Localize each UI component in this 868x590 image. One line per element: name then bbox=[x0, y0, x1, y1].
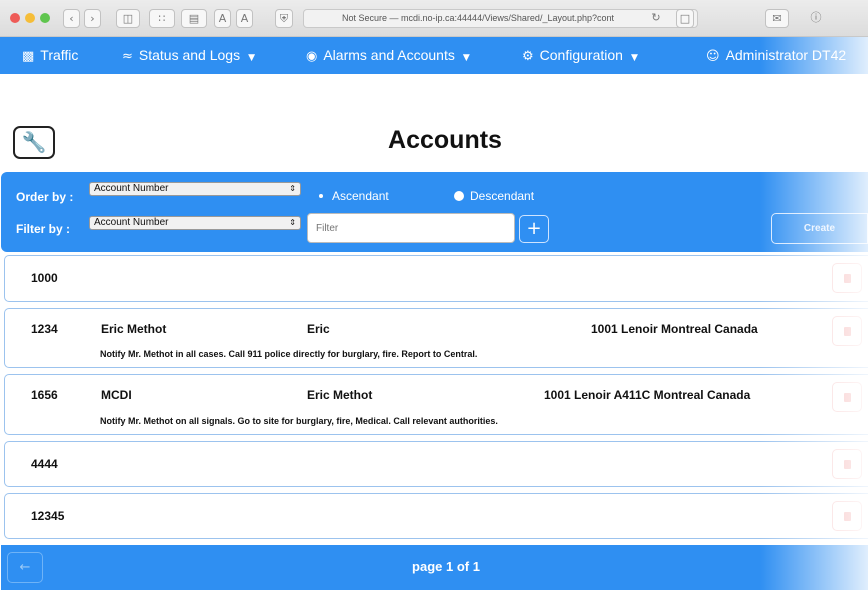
account-row[interactable]: 4444 bbox=[4, 441, 868, 487]
account-number: 1656 bbox=[31, 388, 58, 402]
wifi-icon: ≈ bbox=[122, 49, 133, 64]
filter-by-label: Filter by : bbox=[16, 222, 71, 236]
account-contact: Eric Methot bbox=[307, 388, 373, 402]
minimize-window-icon[interactable] bbox=[25, 13, 35, 23]
ascendant-label: Ascendant bbox=[332, 189, 389, 203]
radio-on-icon bbox=[454, 191, 464, 201]
close-window-icon[interactable] bbox=[10, 13, 20, 23]
nav-user[interactable]: ☺ Administrator DT42 bbox=[706, 37, 846, 74]
add-filter-button[interactable]: + bbox=[519, 215, 549, 243]
mail-icon[interactable]: ✉ bbox=[765, 9, 789, 28]
text-larger-button[interactable]: A bbox=[236, 9, 253, 28]
pagination-bar: ← page 1 of 1 bbox=[1, 545, 868, 590]
filter-by-value: Account Number bbox=[94, 217, 169, 228]
create-button[interactable]: Create bbox=[771, 213, 868, 244]
account-note: Notify Mr. Methot in all cases. Call 911… bbox=[100, 349, 478, 359]
account-number: 1234 bbox=[31, 322, 58, 336]
account-number: 12345 bbox=[31, 509, 65, 523]
app-navbar: ▩ Traffic ≈ Status and Logs ▼ ◉ Alarms and A… bbox=[0, 37, 868, 74]
order-by-value: Account Number bbox=[94, 183, 169, 194]
previous-page-button[interactable]: ← bbox=[7, 552, 43, 583]
nav-user-label: Administrator DT42 bbox=[725, 47, 847, 63]
wrench-icon[interactable]: 🔧 bbox=[13, 126, 55, 159]
nav-configuration-label: Configuration bbox=[539, 47, 623, 63]
gear-icon: ⚙ bbox=[522, 49, 534, 64]
trash-icon bbox=[843, 460, 851, 469]
delete-button[interactable] bbox=[832, 316, 862, 346]
account-number: 1000 bbox=[31, 271, 58, 285]
account-address: 1001 Lenoir Montreal Canada bbox=[591, 322, 758, 336]
chevron-down-icon: ▼ bbox=[630, 53, 638, 63]
nav-alarms-accounts-label: Alarms and Accounts bbox=[323, 47, 455, 63]
account-row[interactable]: 1234 Eric Methot Eric 1001 Lenoir Montre… bbox=[4, 308, 868, 368]
account-name: MCDI bbox=[101, 388, 132, 402]
nav-traffic[interactable]: ▩ Traffic bbox=[22, 37, 78, 74]
descendant-label: Descendant bbox=[470, 189, 535, 203]
back-icon[interactable]: ‹ bbox=[63, 9, 80, 28]
nav-traffic-label: Traffic bbox=[40, 47, 79, 63]
account-note: Notify Mr. Methot on all signals. Go to … bbox=[100, 416, 498, 426]
account-name: Eric Methot bbox=[101, 322, 167, 336]
select-arrows-icon: ⇕ bbox=[289, 184, 296, 193]
account-number: 4444 bbox=[31, 457, 58, 471]
select-arrows-icon: ⇕ bbox=[289, 218, 296, 227]
nav-status-logs-label: Status and Logs bbox=[138, 47, 241, 63]
chevron-down-icon: ▼ bbox=[462, 53, 470, 63]
sidebar-icon[interactable]: ◫ bbox=[116, 9, 140, 28]
chevron-down-icon: ▼ bbox=[248, 53, 256, 63]
grid-icon[interactable]: ∷ bbox=[149, 9, 175, 28]
trash-icon bbox=[843, 274, 851, 283]
delete-button[interactable] bbox=[832, 382, 862, 412]
nav-status-logs[interactable]: ≈ Status and Logs ▼ bbox=[122, 37, 255, 74]
radio-off-icon bbox=[319, 194, 323, 198]
reader-icon[interactable]: ▤ bbox=[181, 9, 207, 28]
order-by-label: Order by : bbox=[16, 190, 74, 204]
nav-configuration[interactable]: ⚙ Configuration ▼ bbox=[522, 37, 638, 74]
forward-icon[interactable]: › bbox=[84, 9, 101, 28]
order-by-select[interactable]: Account Number ⇕ bbox=[89, 182, 301, 196]
browser-toolbar: ‹ › ◫ ∷ ▤ A A ⛨ Not Secure — mcdi.no-ip.… bbox=[0, 0, 868, 37]
page-indicator: page 1 of 1 bbox=[412, 559, 480, 574]
tab-icon[interactable]: □ bbox=[676, 9, 694, 28]
ascendant-radio[interactable]: Ascendant bbox=[316, 189, 389, 203]
descendant-radio[interactable]: Descendant bbox=[454, 189, 534, 203]
account-row[interactable]: 1656 MCDI Eric Methot 1001 Lenoir A411C … bbox=[4, 374, 868, 435]
url-bar[interactable]: Not Secure — mcdi.no-ip.ca:44444/Views/S… bbox=[303, 9, 698, 28]
info-icon[interactable]: ⓘ bbox=[808, 9, 824, 28]
reload-icon[interactable]: ↻ bbox=[648, 9, 664, 28]
trash-icon bbox=[843, 393, 851, 402]
trash-icon bbox=[843, 327, 851, 336]
account-address: 1001 Lenoir A411C Montreal Canada bbox=[544, 388, 751, 402]
account-row[interactable]: 12345 bbox=[4, 493, 868, 539]
account-contact: Eric bbox=[307, 322, 330, 336]
delete-button[interactable] bbox=[832, 263, 862, 293]
url-text: Not Secure — mcdi.no-ip.ca:44444/Views/S… bbox=[342, 13, 614, 23]
delete-button[interactable] bbox=[832, 449, 862, 479]
zoom-window-icon[interactable] bbox=[40, 13, 50, 23]
trash-icon bbox=[843, 512, 851, 521]
account-row[interactable]: 1000 bbox=[4, 255, 868, 302]
filter-input[interactable] bbox=[307, 213, 515, 243]
text-smaller-button[interactable]: A bbox=[214, 9, 231, 28]
nav-alarms-accounts[interactable]: ◉ Alarms and Accounts ▼ bbox=[306, 37, 470, 74]
traffic-light-icon: ▩ bbox=[22, 49, 35, 64]
filter-by-select[interactable]: Account Number ⇕ bbox=[89, 216, 301, 230]
delete-button[interactable] bbox=[832, 501, 862, 531]
page-title: Accounts bbox=[388, 126, 502, 154]
shield-icon[interactable]: ⛨ bbox=[275, 9, 293, 28]
user-icon: ☺ bbox=[706, 49, 720, 64]
eye-icon: ◉ bbox=[306, 49, 318, 64]
